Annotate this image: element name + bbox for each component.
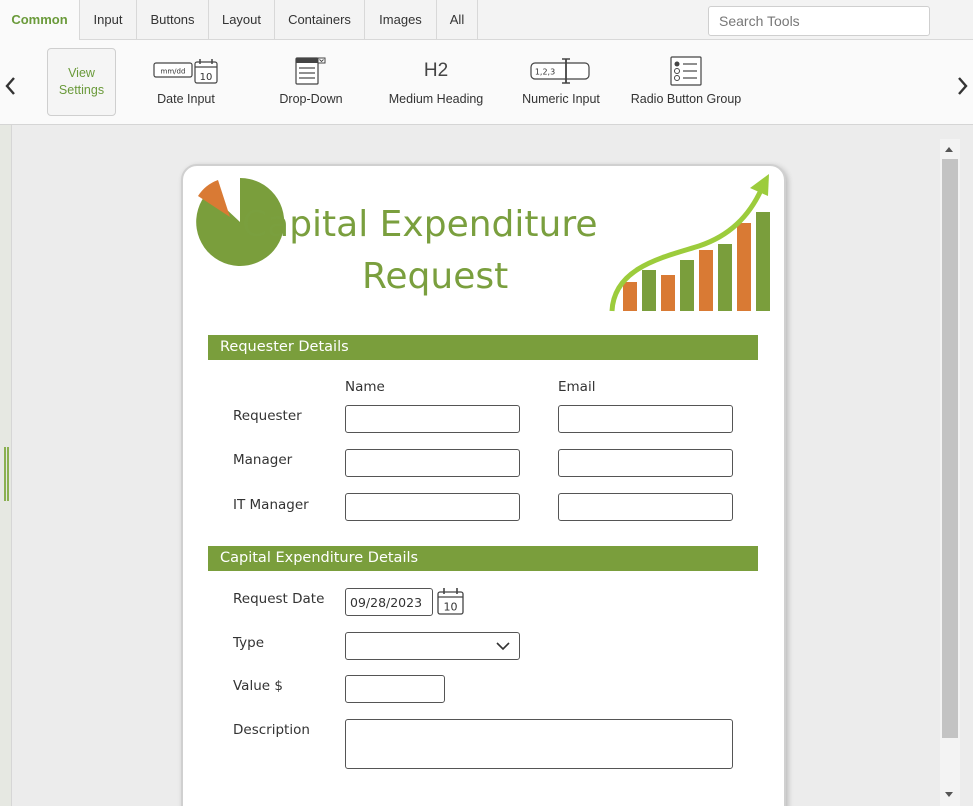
tool-palette: View Settings mm/dd 10 Date Input Drop-D… bbox=[0, 40, 973, 125]
view-settings-label-line1: View bbox=[68, 66, 95, 80]
calendar-icon[interactable]: 10 bbox=[436, 587, 465, 616]
tab-layout[interactable]: Layout bbox=[209, 0, 275, 40]
tab-bar: Common Input Buttons Layout Containers I… bbox=[0, 0, 973, 41]
requester-email-input[interactable] bbox=[558, 405, 733, 433]
request-date-input[interactable] bbox=[345, 588, 433, 616]
dropdown-icon bbox=[295, 57, 326, 85]
tab-all[interactable]: All bbox=[437, 0, 478, 40]
tool-numeric-input[interactable]: 1,2,3 Numeric Input bbox=[516, 54, 606, 114]
chevron-down-icon bbox=[496, 642, 510, 651]
value-label: Value $ bbox=[233, 678, 283, 694]
section-header-requester-details: Requester Details bbox=[208, 335, 758, 360]
type-label: Type bbox=[233, 635, 265, 651]
chevron-left-icon bbox=[5, 77, 15, 95]
it-manager-label: IT Manager bbox=[233, 497, 309, 513]
description-label: Description bbox=[233, 722, 310, 738]
type-select[interactable] bbox=[345, 632, 520, 660]
date-input-icon-text: mm/dd bbox=[161, 68, 186, 76]
form-title-line2: Request bbox=[362, 256, 509, 297]
view-settings-button[interactable]: View Settings bbox=[47, 48, 116, 116]
view-settings-label-line2: Settings bbox=[58, 83, 105, 97]
tool-label-numeric-input: Numeric Input bbox=[522, 92, 600, 106]
radio-group-icon bbox=[670, 56, 702, 86]
column-header-name: Name bbox=[345, 379, 385, 395]
tab-images[interactable]: Images bbox=[365, 0, 437, 40]
tab-buttons[interactable]: Buttons bbox=[137, 0, 209, 40]
tool-label-radio-button-group: Radio Button Group bbox=[630, 92, 742, 106]
numeric-input-icon-text: 1,2,3 bbox=[535, 68, 555, 77]
request-date-label: Request Date bbox=[233, 591, 325, 607]
section-header-capex-details: Capital Expenditure Details bbox=[208, 546, 758, 571]
date-input-icon: mm/dd 10 bbox=[153, 59, 218, 84]
requester-name-input[interactable] bbox=[345, 405, 520, 433]
scroll-left-button[interactable] bbox=[3, 76, 19, 96]
tool-label-drop-down: Drop-Down bbox=[279, 92, 343, 106]
description-textarea[interactable] bbox=[345, 719, 733, 769]
manager-email-input[interactable] bbox=[558, 449, 733, 477]
canvas-scrollbar[interactable] bbox=[940, 139, 960, 806]
tool-radio-button-group[interactable]: Radio Button Group bbox=[630, 54, 742, 114]
column-header-email: Email bbox=[558, 379, 596, 395]
tool-label-date-input: Date Input bbox=[157, 92, 215, 106]
tool-date-input[interactable]: mm/dd 10 Date Input bbox=[146, 54, 226, 114]
tool-drop-down[interactable]: Drop-Down bbox=[271, 54, 351, 114]
scroll-right-button[interactable] bbox=[954, 76, 970, 96]
tab-common[interactable]: Common bbox=[0, 0, 80, 41]
form-title-line1: Capital Expenditure bbox=[242, 204, 598, 245]
manager-label: Manager bbox=[233, 452, 293, 468]
scrollbar-thumb[interactable] bbox=[942, 159, 958, 738]
tool-medium-heading[interactable]: H2 Medium Heading bbox=[386, 54, 486, 114]
numeric-input-icon: 1,2,3 bbox=[530, 58, 590, 84]
value-input[interactable] bbox=[345, 675, 445, 703]
tool-label-medium-heading: Medium Heading bbox=[388, 92, 484, 106]
it-manager-name-input[interactable] bbox=[345, 493, 520, 521]
scroll-up-arrow-icon[interactable] bbox=[945, 147, 953, 152]
search-tools-input[interactable] bbox=[708, 6, 930, 36]
panel-resize-handle[interactable] bbox=[4, 447, 9, 501]
requester-label: Requester bbox=[233, 408, 302, 424]
tab-input[interactable]: Input bbox=[80, 0, 137, 40]
tab-containers[interactable]: Containers bbox=[275, 0, 365, 40]
chevron-right-icon bbox=[958, 77, 968, 95]
it-manager-email-input[interactable] bbox=[558, 493, 733, 521]
heading-icon: H2 bbox=[423, 60, 449, 81]
left-panel-collapsed bbox=[0, 125, 12, 806]
calendar-icon-day: 10 bbox=[444, 601, 458, 614]
date-input-icon-day: 10 bbox=[200, 72, 213, 83]
manager-name-input[interactable] bbox=[345, 449, 520, 477]
scroll-down-arrow-icon[interactable] bbox=[945, 792, 953, 797]
